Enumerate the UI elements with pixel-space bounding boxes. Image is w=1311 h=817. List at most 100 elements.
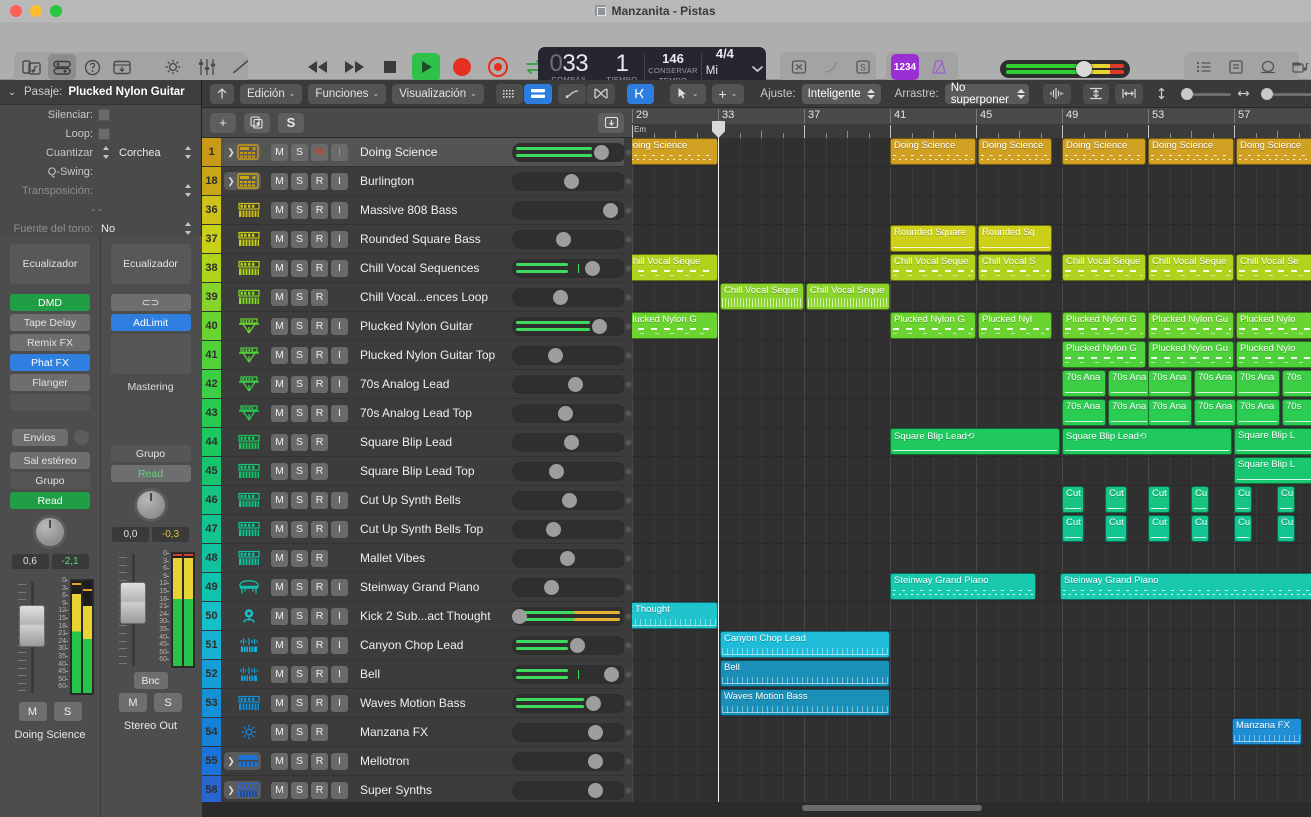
library-icon[interactable] <box>18 54 46 80</box>
region[interactable]: Cut <box>1148 515 1170 542</box>
lane-resize-handle[interactable] <box>625 555 632 562</box>
lane-resize-handle[interactable] <box>625 439 632 446</box>
region[interactable]: Canyon Chop Lead <box>720 631 890 658</box>
record-enable-button[interactable]: R <box>311 347 328 364</box>
track-volume-slider[interactable] <box>512 375 626 394</box>
track-name[interactable]: Plucked Nylon Guitar Top <box>348 348 512 362</box>
region[interactable]: Cu <box>1191 486 1209 513</box>
track-row[interactable]: 46MSRICut Up Synth Bells <box>202 486 632 515</box>
region[interactable]: Doing Science <box>1062 138 1146 165</box>
input-monitor-button[interactable]: I <box>331 521 348 538</box>
track-name[interactable]: 70s Analog Lead Top <box>348 406 512 420</box>
chevron-right-icon[interactable]: ❯ <box>226 785 236 796</box>
lane-resize-handle[interactable] <box>625 178 632 185</box>
track-icon-area[interactable] <box>221 608 271 624</box>
browsers-icon[interactable] <box>1286 54 1311 80</box>
region[interactable]: Chill Vocal S <box>978 254 1052 281</box>
track-icon-area[interactable] <box>221 347 271 363</box>
track-volume-slider[interactable] <box>512 404 626 423</box>
track-row[interactable]: 40MSRIPlucked Nylon Guitar <box>202 312 632 341</box>
track-name[interactable]: Bell <box>348 667 512 681</box>
track-volume-slider[interactable] <box>512 346 626 365</box>
solo-button[interactable]: S <box>291 173 308 190</box>
key-signature-marker[interactable]: Em <box>634 125 646 134</box>
track-volume-slider[interactable] <box>512 723 626 742</box>
group-slot[interactable]: Grupo <box>10 472 90 489</box>
volume-knob[interactable] <box>549 464 564 479</box>
horizontal-zoom-icon[interactable] <box>1115 84 1143 104</box>
track-row[interactable]: 43MSRI70s Analog Lead Top <box>202 399 632 428</box>
solo-icon[interactable]: S <box>849 54 877 80</box>
inspector-row-qswing[interactable]: Q-Swing: <box>0 162 201 181</box>
solo-button[interactable]: S <box>291 724 308 741</box>
region[interactable]: Steinway Grand Piano <box>890 573 1036 600</box>
volume-knob[interactable] <box>586 696 601 711</box>
smart-controls-icon[interactable] <box>159 54 187 80</box>
track-volume-slider[interactable] <box>512 549 626 568</box>
solo-button[interactable]: S <box>291 492 308 509</box>
record-enable-button[interactable]: R <box>311 753 328 770</box>
region[interactable]: Square Blip Lead ⟲ <box>890 428 1060 455</box>
mute-button[interactable]: M <box>271 144 288 161</box>
solo-button[interactable]: S <box>291 405 308 422</box>
waveform-icon[interactable] <box>1043 84 1071 104</box>
input-monitor-button[interactable]: I <box>331 492 348 509</box>
track-name[interactable]: Manzana FX <box>348 725 512 739</box>
vertical-zoom-icon[interactable] <box>1083 84 1109 104</box>
region[interactable]: Plucked Nylon G <box>890 312 976 339</box>
tracks-icon[interactable] <box>524 84 552 104</box>
record-enable-button[interactable]: R <box>311 434 328 451</box>
volume-knob[interactable] <box>592 319 607 334</box>
volume-knob[interactable] <box>588 783 603 798</box>
timeline-ruler[interactable]: 2933374145495357 Em <box>632 108 1311 138</box>
transpose-stepper[interactable] <box>184 184 193 197</box>
track-row[interactable]: 1❯MSRIDoing Science <box>202 138 632 167</box>
input-monitor-button[interactable]: I <box>331 405 348 422</box>
mute-checkbox[interactable] <box>98 109 110 121</box>
track-row[interactable]: 42MSRI70s Analog Lead <box>202 370 632 399</box>
mute-button[interactable]: M <box>271 173 288 190</box>
track-volume-slider[interactable] <box>512 491 626 510</box>
lane-resize-handle[interactable] <box>625 207 632 214</box>
track-name[interactable]: Steinway Grand Piano <box>348 580 512 594</box>
mute-button[interactable]: M <box>271 231 288 248</box>
input-monitor-button[interactable]: I <box>331 173 348 190</box>
region[interactable]: Square Blip L <box>1234 428 1311 455</box>
region[interactable]: Rounded Sq <box>978 225 1052 252</box>
input-monitor-button[interactable]: I <box>331 347 348 364</box>
master-volume-knob[interactable] <box>1076 61 1092 77</box>
input-monitor-button[interactable]: I <box>331 666 348 683</box>
folder-disclosure[interactable]: ❯ <box>224 752 261 770</box>
mute-button[interactable]: M <box>271 405 288 422</box>
editor-icon[interactable] <box>227 54 255 80</box>
record-enable-button[interactable]: R <box>311 318 328 335</box>
solo-button[interactable]: S <box>291 347 308 364</box>
notes-icon[interactable] <box>1222 54 1250 80</box>
lane-resize-handle[interactable] <box>625 787 632 794</box>
track-icon-area[interactable] <box>221 318 271 334</box>
input-monitor-button[interactable]: I <box>331 231 348 248</box>
lane-resize-handle[interactable] <box>625 236 632 243</box>
mute-button[interactable]: M <box>19 702 47 721</box>
solo-button[interactable]: S <box>291 550 308 567</box>
region[interactable]: 70s Ana <box>1108 399 1150 426</box>
track-volume-slider[interactable] <box>512 259 626 278</box>
region[interactable]: Chill Vocal Seque <box>632 254 718 281</box>
volume-knob[interactable] <box>560 551 575 566</box>
track-icon-area[interactable] <box>221 376 271 392</box>
volume-knob[interactable] <box>546 522 561 537</box>
track-name[interactable]: Mellotron <box>348 754 512 768</box>
track-icon-area[interactable]: ❯ <box>221 752 271 770</box>
pan-knob[interactable] <box>134 488 168 522</box>
lane-resize-handle[interactable] <box>625 410 632 417</box>
region[interactable]: 70s Ana <box>1236 370 1280 397</box>
volume-knob[interactable] <box>588 754 603 769</box>
track-row[interactable]: 48MSRMallet Vibes <box>202 544 632 573</box>
track-icon-area[interactable] <box>221 202 271 218</box>
volume-knob[interactable] <box>564 174 579 189</box>
pitch-source-stepper[interactable] <box>184 222 193 235</box>
volume-knob[interactable] <box>594 145 609 160</box>
track-volume-slider[interactable] <box>512 752 626 771</box>
record-enable-button[interactable]: R <box>311 231 328 248</box>
lane-resize-handle[interactable] <box>625 497 632 504</box>
